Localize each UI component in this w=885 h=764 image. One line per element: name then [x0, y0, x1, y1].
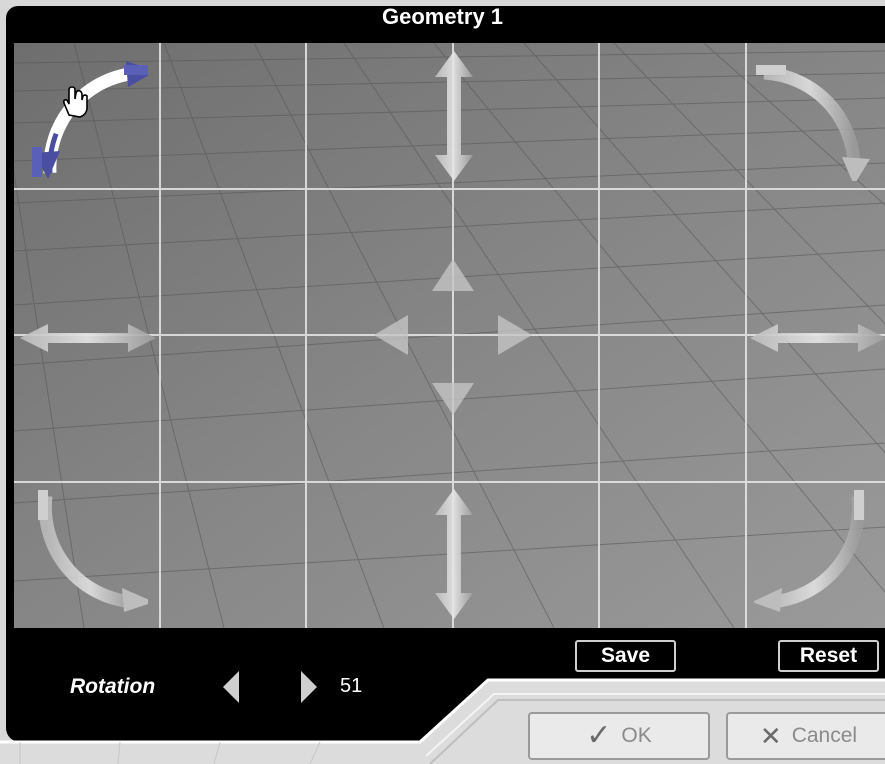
- window-title: Geometry 1: [381, 4, 504, 29]
- ok-label: OK: [621, 724, 652, 747]
- geometry-viewport[interactable]: [14, 43, 885, 628]
- nudge-up-icon: [432, 259, 474, 291]
- reset-button[interactable]: Reset: [778, 640, 879, 672]
- move-vertical-bottom-icon[interactable]: [433, 489, 475, 619]
- rotate-top-left-icon[interactable]: [28, 61, 148, 181]
- center-pad-icon[interactable]: [370, 257, 536, 417]
- nudge-left-icon: [374, 315, 408, 355]
- rotate-top-right-icon[interactable]: [754, 61, 874, 181]
- move-horizontal-right-icon[interactable]: [750, 322, 885, 354]
- move-vertical-top-icon[interactable]: [433, 51, 475, 181]
- move-horizontal-left-icon[interactable]: [20, 322, 156, 354]
- rotate-bottom-right-icon[interactable]: [754, 488, 874, 613]
- rotate-bottom-left-icon[interactable]: [28, 488, 148, 613]
- x-icon: ✕: [759, 721, 782, 751]
- rotation-increase-icon[interactable]: [301, 671, 317, 703]
- cancel-label: Cancel: [791, 724, 858, 747]
- nudge-right-icon: [498, 315, 532, 355]
- cancel-button[interactable]: ✕ Cancel: [726, 712, 885, 760]
- save-button[interactable]: Save: [575, 640, 676, 672]
- ok-button[interactable]: ✓ OK: [528, 712, 710, 760]
- rotation-value: 51: [340, 675, 363, 697]
- rotation-decrease-icon[interactable]: [223, 671, 239, 703]
- checkmark-icon: ✓: [586, 719, 612, 752]
- hand-cursor-icon: [63, 86, 88, 118]
- rotation-label: Rotation: [70, 675, 156, 698]
- nudge-down-icon: [432, 383, 474, 415]
